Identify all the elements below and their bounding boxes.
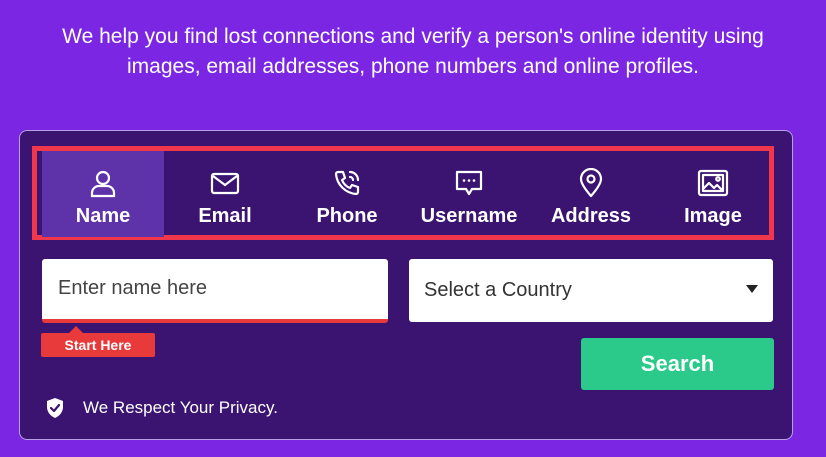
tab-username[interactable]: Username	[408, 151, 530, 237]
phone-icon	[331, 167, 363, 199]
tagline-line-2: images, email addresses, phone numbers a…	[127, 55, 699, 78]
caret-down-icon	[746, 284, 758, 293]
tab-image[interactable]: Image	[652, 151, 774, 237]
tagline-line-1: We help you find lost connections and ve…	[62, 25, 764, 48]
country-select-value: Select a Country	[424, 279, 572, 301]
tab-phone[interactable]: Phone	[286, 151, 408, 237]
tab-address-label: Address	[550, 205, 632, 227]
tab-email[interactable]: Email	[164, 151, 286, 237]
privacy-notice: We Respect Your Privacy.	[44, 397, 278, 419]
name-field-wrapper	[42, 259, 388, 323]
tab-image-label: Image	[684, 205, 742, 227]
tab-address[interactable]: Address	[530, 151, 652, 237]
map-pin-icon	[575, 167, 607, 199]
tab-name-label: Name	[75, 205, 131, 227]
shield-check-icon	[44, 397, 66, 419]
envelope-icon	[209, 167, 241, 199]
country-select[interactable]: Select a Country	[409, 259, 773, 322]
person-icon	[87, 167, 119, 199]
name-input[interactable]	[42, 259, 388, 317]
privacy-text: We Respect Your Privacy.	[83, 398, 278, 417]
search-type-tabs: Name Email Phone Username Address Image	[42, 151, 774, 237]
image-icon	[697, 167, 729, 199]
tab-username-label: Username	[420, 205, 518, 227]
tab-phone-label: Phone	[316, 205, 378, 227]
tab-email-label: Email	[198, 205, 252, 227]
tagline: We help you find lost connections and ve…	[0, 22, 826, 82]
start-here-badge: Start Here	[41, 326, 155, 357]
search-button[interactable]: Search	[581, 338, 774, 390]
chat-bubble-icon	[453, 167, 485, 199]
tab-name[interactable]: Name	[42, 151, 164, 237]
